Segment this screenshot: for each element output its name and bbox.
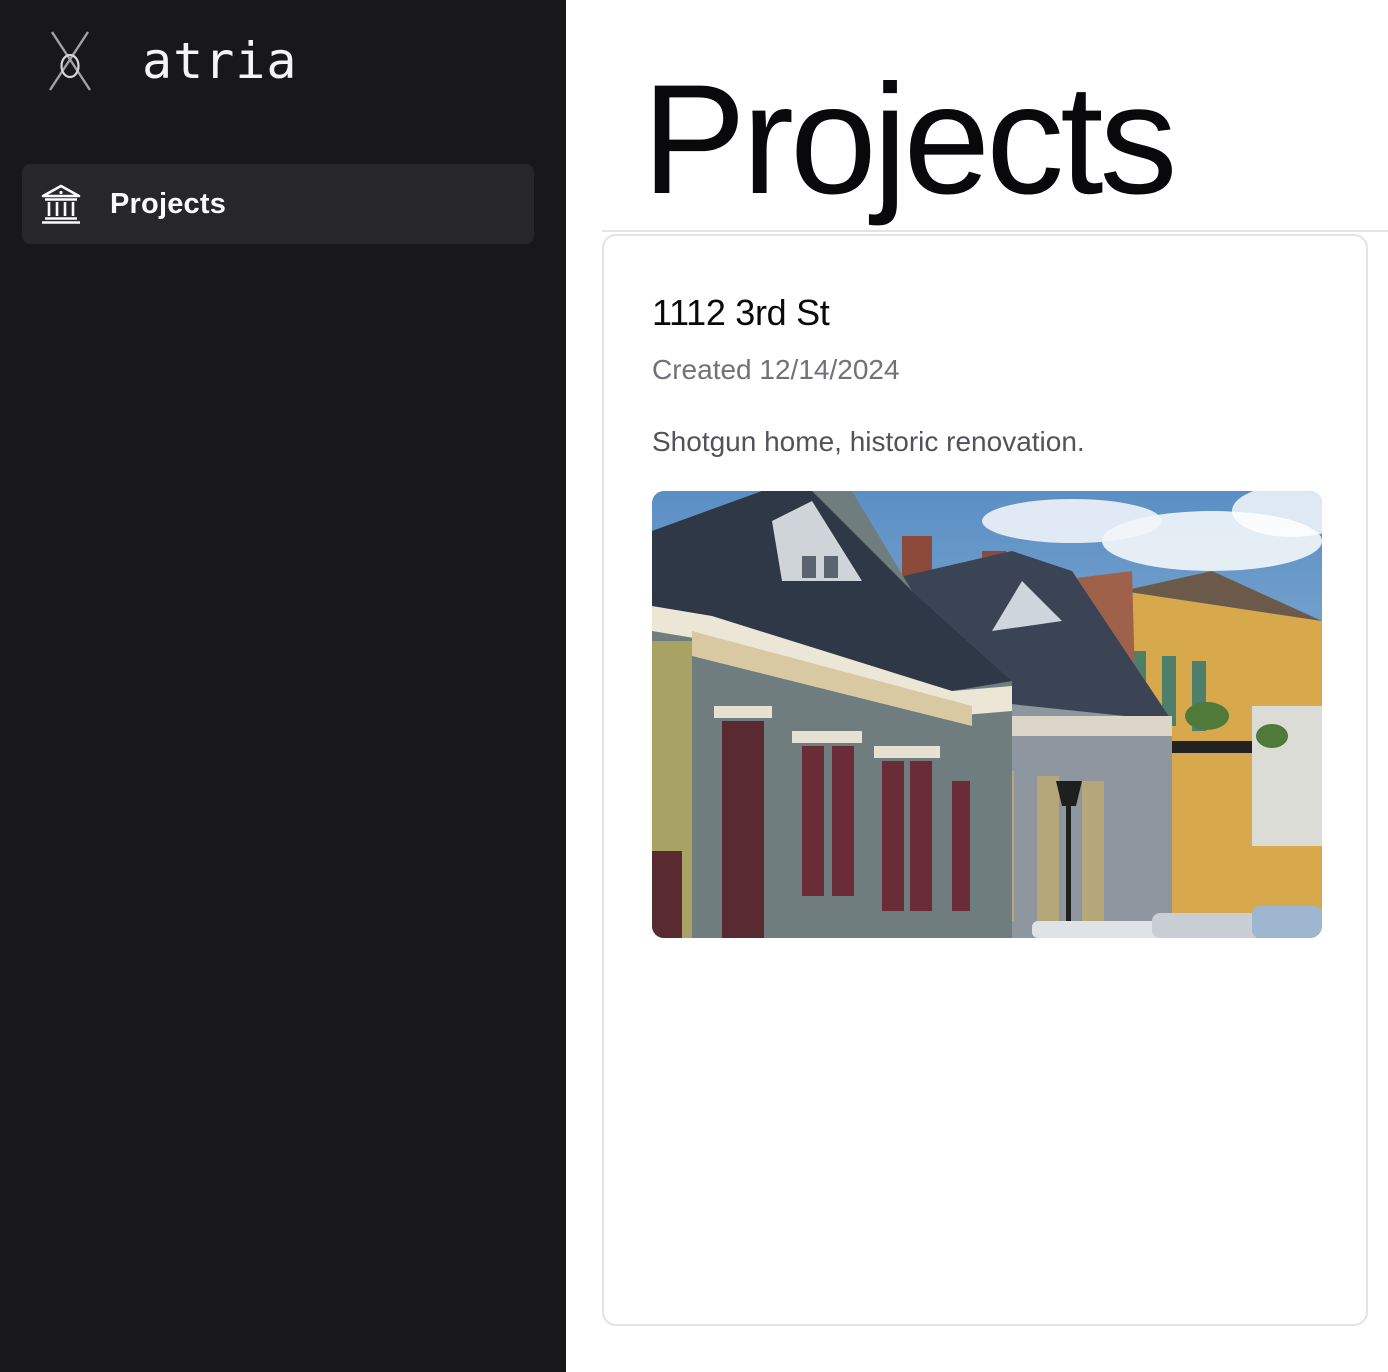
building-columns-icon <box>41 184 81 224</box>
title-divider <box>602 230 1388 232</box>
brand-name: atria <box>142 32 298 90</box>
atria-logo-icon <box>48 31 92 91</box>
project-image <box>652 491 1322 938</box>
project-card[interactable]: 1112 3rd St Created 12/14/2024 Shotgun h… <box>602 234 1368 1326</box>
project-description: Shotgun home, historic renovation. <box>652 426 1085 457</box>
sidebar-item-label: Projects <box>110 187 227 220</box>
project-title: 1112 3rd St <box>652 292 830 333</box>
project-created-date: Created 12/14/2024 <box>652 354 900 385</box>
sidebar-item-projects[interactable]: Projects <box>22 164 534 244</box>
brand[interactable]: atria <box>44 26 298 96</box>
sidebar: atria Projects <box>0 0 566 1372</box>
app-root: atria Projects Projects 1112 3rd St Crea… <box>0 0 1388 1372</box>
page-title: Projects <box>642 53 1178 227</box>
